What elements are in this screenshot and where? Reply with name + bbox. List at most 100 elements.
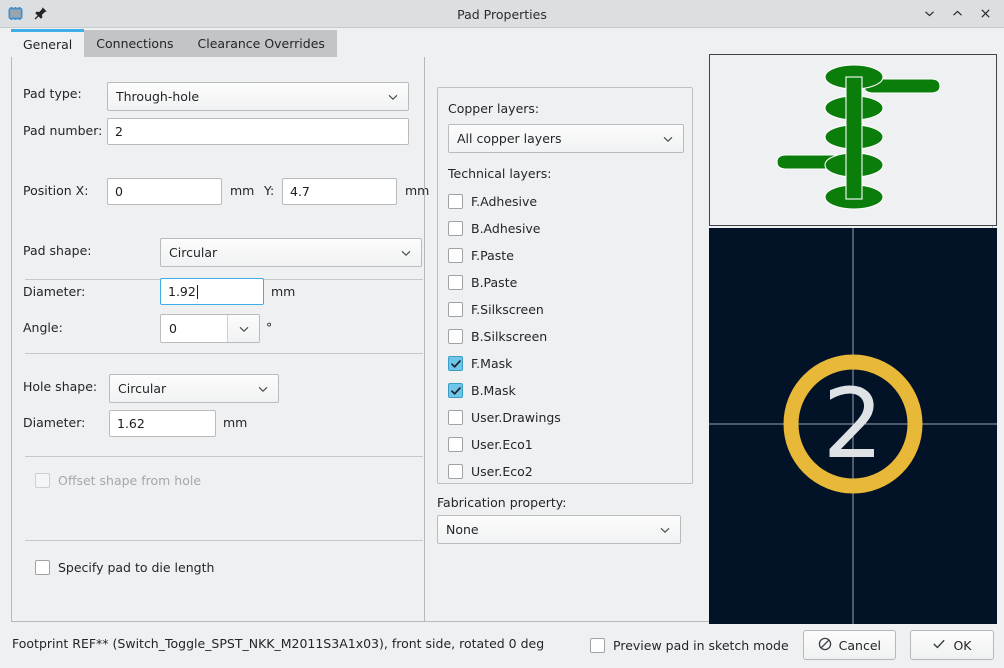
layer-row-user-drawings[interactable]: User.Drawings bbox=[448, 404, 684, 431]
pad-to-die-checkbox-row[interactable]: Specify pad to die length bbox=[35, 560, 214, 575]
technical-layers-label: Technical layers: bbox=[448, 166, 552, 181]
position-x-unit: mm bbox=[230, 183, 255, 198]
dialog-footer: Footprint REF** (Switch_Toggle_SPST_NKK_… bbox=[0, 622, 1004, 668]
ok-button[interactable]: OK bbox=[910, 630, 994, 660]
hole-shape-combo[interactable]: Circular bbox=[109, 374, 279, 403]
pad-to-die-checkbox[interactable] bbox=[35, 560, 50, 575]
offset-shape-checkbox-row: Offset shape from hole bbox=[35, 473, 201, 488]
pad-number-input[interactable]: 2 bbox=[107, 118, 409, 145]
pad-type-label: Pad type: bbox=[23, 86, 82, 101]
position-x-label: Position X: bbox=[23, 183, 89, 198]
pad-number-label: Pad number: bbox=[23, 123, 103, 138]
layer-checkbox-f-adhesive[interactable] bbox=[448, 194, 463, 209]
pushpin-icon[interactable] bbox=[33, 6, 48, 21]
tab-connections[interactable]: Connections bbox=[84, 30, 186, 57]
layer-label-user-eco2: User.Eco2 bbox=[471, 464, 533, 479]
position-y-input[interactable]: 4.7 bbox=[282, 178, 397, 205]
copper-layers-combo[interactable]: All copper layers bbox=[448, 124, 684, 153]
pad-diameter-value: 1.92 bbox=[168, 284, 196, 299]
close-button[interactable] bbox=[972, 3, 998, 25]
position-y-label: Y: bbox=[264, 183, 275, 198]
layer-checkbox-f-silkscreen[interactable] bbox=[448, 302, 463, 317]
layer-row-b-paste[interactable]: B.Paste bbox=[448, 269, 684, 296]
ok-label: OK bbox=[953, 637, 972, 653]
layer-label-b-paste: B.Paste bbox=[471, 275, 518, 290]
layer-row-f-paste[interactable]: F.Paste bbox=[448, 242, 684, 269]
chevron-down-icon[interactable] bbox=[227, 315, 259, 342]
offset-shape-label: Offset shape from hole bbox=[58, 473, 202, 488]
layer-row-user-eco1[interactable]: User.Eco1 bbox=[448, 431, 684, 458]
layer-label-f-silkscreen: F.Silkscreen bbox=[471, 302, 544, 317]
fabrication-property-label: Fabrication property: bbox=[437, 495, 567, 510]
layer-checkbox-b-silkscreen[interactable] bbox=[448, 329, 463, 344]
pad-type-combo[interactable]: Through-hole bbox=[107, 82, 409, 111]
pad-canvas-preview[interactable]: 2 bbox=[709, 228, 997, 624]
pad-type-value: Through-hole bbox=[116, 89, 200, 104]
pad-number-overlay: 2 bbox=[822, 368, 883, 480]
layer-row-f-mask[interactable]: F.Mask bbox=[448, 350, 684, 377]
layer-row-f-adhesive[interactable]: F.Adhesive bbox=[448, 188, 684, 215]
sketch-mode-label: Preview pad in sketch mode bbox=[613, 637, 789, 653]
layer-checkbox-b-adhesive[interactable] bbox=[448, 221, 463, 236]
layer-row-b-adhesive[interactable]: B.Adhesive bbox=[448, 215, 684, 242]
cancel-label: Cancel bbox=[838, 637, 881, 653]
layer-checkbox-b-paste[interactable] bbox=[448, 275, 463, 290]
tab-clearance-overrides-label: Clearance Overrides bbox=[197, 36, 325, 51]
footer-actions: Preview pad in sketch mode Cancel OK bbox=[590, 630, 994, 660]
maximize-button[interactable] bbox=[944, 3, 970, 25]
layer-checkbox-f-paste[interactable] bbox=[448, 248, 463, 263]
layer-row-f-silkscreen[interactable]: F.Silkscreen bbox=[448, 296, 684, 323]
sketch-mode-checkbox-row[interactable]: Preview pad in sketch mode bbox=[590, 637, 789, 653]
pad-diameter-label: Diameter: bbox=[23, 284, 86, 299]
layer-checkbox-f-mask[interactable] bbox=[448, 356, 463, 371]
tab-general-label: General bbox=[23, 37, 73, 52]
text-caret bbox=[196, 284, 198, 299]
title-bar: Pad Properties bbox=[0, 0, 1004, 28]
chevron-down-icon bbox=[399, 246, 413, 260]
layer-label-f-paste: F.Paste bbox=[471, 248, 514, 263]
layer-checkbox-user-eco1[interactable] bbox=[448, 437, 463, 452]
sketch-mode-checkbox[interactable] bbox=[590, 637, 606, 653]
chip-icon[interactable] bbox=[7, 5, 24, 22]
layer-label-b-mask: B.Mask bbox=[471, 383, 516, 398]
angle-label: Angle: bbox=[23, 320, 63, 335]
divider-shape bbox=[25, 353, 423, 354]
hole-shape-value: Circular bbox=[118, 381, 167, 396]
pad-diameter-input[interactable]: 1.92 bbox=[160, 278, 264, 305]
angle-unit: ° bbox=[266, 320, 273, 335]
tab-general[interactable]: General bbox=[11, 29, 85, 57]
layer-checkbox-b-mask[interactable] bbox=[448, 383, 463, 398]
chevron-down-icon bbox=[658, 523, 672, 537]
hole-diameter-value: 1.62 bbox=[117, 416, 145, 431]
divider-hole bbox=[25, 456, 423, 457]
pad-diameter-unit: mm bbox=[271, 284, 296, 299]
pad-canvas-graphic: 2 bbox=[709, 228, 997, 624]
fabrication-property-value: None bbox=[446, 522, 479, 537]
hole-shape-label: Hole shape: bbox=[23, 379, 98, 394]
chevron-down-icon bbox=[256, 382, 270, 396]
layer-checkbox-user-drawings[interactable] bbox=[448, 410, 463, 425]
layer-row-b-silkscreen[interactable]: B.Silkscreen bbox=[448, 323, 684, 350]
cancel-button[interactable]: Cancel bbox=[802, 630, 896, 660]
status-text: Footprint REF** (Switch_Toggle_SPST_NKK_… bbox=[12, 636, 545, 651]
position-x-input[interactable]: 0 bbox=[107, 178, 222, 205]
fabrication-property-combo[interactable]: None bbox=[437, 515, 681, 544]
minimize-button[interactable] bbox=[916, 3, 942, 25]
title-bar-left-icons bbox=[0, 5, 48, 22]
layer-label-b-silkscreen: B.Silkscreen bbox=[471, 329, 548, 344]
tab-clearance-overrides[interactable]: Clearance Overrides bbox=[185, 30, 337, 57]
layer-label-f-mask: F.Mask bbox=[471, 356, 513, 371]
layer-checkbox-user-eco2[interactable] bbox=[448, 464, 463, 479]
check-icon bbox=[450, 386, 461, 395]
pad-geometry-column: Pad type: Through-hole Pad number: 2 Pos… bbox=[12, 57, 429, 621]
angle-combo[interactable]: 0 bbox=[160, 314, 260, 343]
window-controls bbox=[916, 3, 1004, 25]
pad-shape-combo[interactable]: Circular bbox=[160, 238, 422, 267]
layer-row-user-eco2[interactable]: User.Eco2 bbox=[448, 458, 684, 485]
hole-diameter-input[interactable]: 1.62 bbox=[109, 410, 216, 437]
layer-row-b-mask[interactable]: B.Mask bbox=[448, 377, 684, 404]
position-y-value: 4.7 bbox=[290, 184, 310, 199]
layer-label-f-adhesive: F.Adhesive bbox=[471, 194, 538, 209]
layers-column: Copper layers: All copper layers Technic… bbox=[424, 57, 706, 621]
window-title: Pad Properties bbox=[457, 6, 547, 22]
